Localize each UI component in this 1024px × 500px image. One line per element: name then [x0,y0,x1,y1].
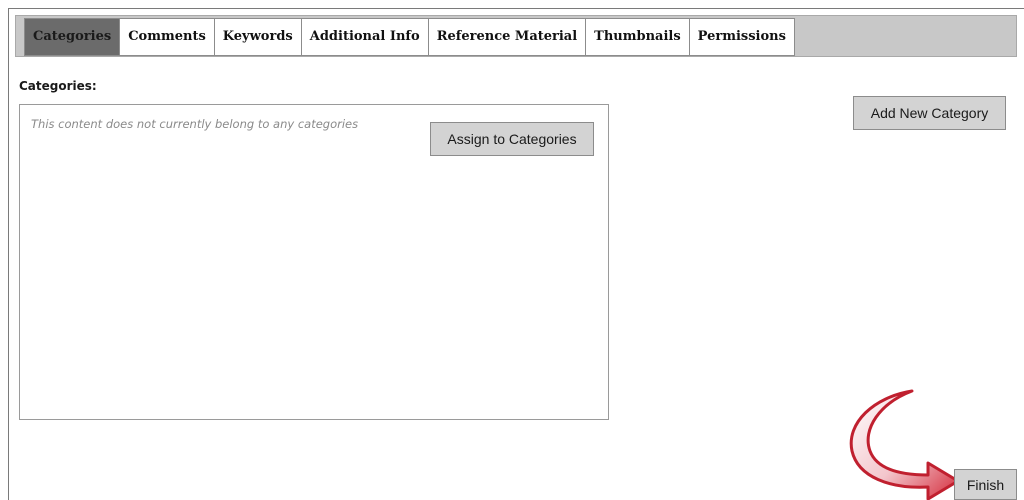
tab-reference-material[interactable]: Reference Material [429,19,587,55]
categories-section-label: Categories: [19,79,97,93]
finish-button[interactable]: Finish [954,469,1017,500]
add-new-category-button[interactable]: Add New Category [853,96,1006,130]
tab-list: Categories Comments Keywords Additional … [24,18,795,56]
tab-thumbnails[interactable]: Thumbnails [586,19,690,55]
tab-bar: Categories Comments Keywords Additional … [15,15,1017,57]
tab-categories[interactable]: Categories [25,19,121,55]
tab-permissions[interactable]: Permissions [690,19,794,55]
tab-keywords[interactable]: Keywords [215,19,302,55]
tab-comments[interactable]: Comments [120,19,215,55]
assign-to-categories-button[interactable]: Assign to Categories [430,122,594,156]
tab-additional-info[interactable]: Additional Info [302,19,429,55]
empty-categories-message: This content does not currently belong t… [31,117,359,131]
categories-panel: This content does not currently belong t… [19,104,609,420]
